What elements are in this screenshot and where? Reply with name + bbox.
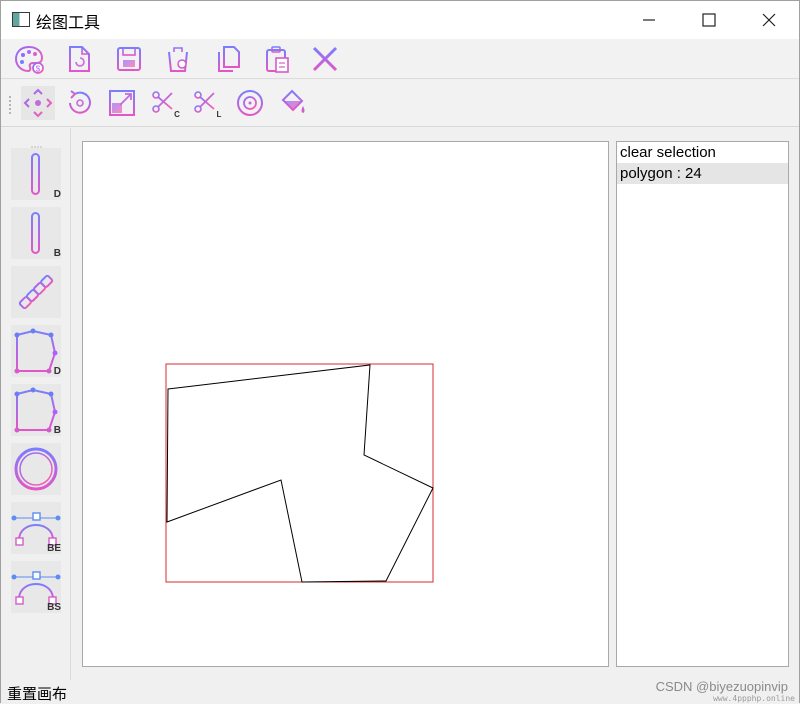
tool-sub-label: BE	[47, 543, 61, 554]
scale-button[interactable]	[105, 86, 139, 120]
save-button[interactable]	[112, 42, 146, 76]
window-title: 绘图工具	[36, 13, 101, 32]
curve-bezier-tool[interactable]: BE	[11, 502, 61, 554]
line-bresenham-tool[interactable]: B	[11, 207, 61, 259]
drawing-canvas[interactable]	[82, 141, 609, 667]
maximize-button[interactable]	[679, 1, 739, 39]
svg-text:L: L	[217, 110, 222, 119]
delete-icon	[167, 47, 189, 72]
file-toolbar: $	[1, 39, 799, 79]
polygon-dda-tool[interactable]: D	[11, 325, 61, 377]
delete-button[interactable]	[161, 42, 195, 76]
app-icon	[12, 12, 30, 27]
tool-sub-label: D	[53, 189, 61, 200]
polygon-bresenham-tool[interactable]: B	[11, 384, 61, 436]
copy-icon	[218, 46, 240, 72]
shape-list: clear selection polygon : 24	[616, 141, 789, 667]
pen-icon	[18, 274, 54, 310]
watermark-text: CSDN @biyezuopinvip	[655, 679, 788, 694]
rotate-icon	[69, 90, 91, 114]
tool-sub-label: B	[53, 425, 61, 436]
circle-tool[interactable]	[11, 443, 61, 495]
minimize-button[interactable]	[619, 1, 679, 39]
clip-liang-button[interactable]: L	[189, 86, 223, 120]
tool-sub-label: D	[53, 366, 61, 377]
scale-icon	[109, 90, 135, 116]
move-button[interactable]	[21, 86, 55, 120]
fill-bucket-icon	[281, 89, 305, 113]
transform-toolbar: C L	[1, 80, 799, 127]
list-item-polygon[interactable]: polygon : 24	[617, 163, 788, 184]
tool-sub-label: B	[53, 248, 61, 259]
svg-text:$: $	[36, 65, 41, 74]
save-icon	[117, 47, 141, 71]
tool-sub-label: BS	[47, 602, 61, 613]
copy-button[interactable]	[211, 42, 245, 76]
tool-palette: D B D B BE BS	[1, 128, 71, 680]
selection-bounding-box	[165, 363, 434, 583]
circle-icon	[14, 447, 58, 491]
canvas-svg	[165, 363, 434, 583]
ellipse-button[interactable]	[233, 86, 267, 120]
curve-bspline-tool[interactable]: BS	[11, 561, 61, 613]
palette-icon: $	[14, 45, 44, 74]
toolbar-grip[interactable]	[9, 96, 13, 116]
close-button[interactable]	[739, 1, 799, 39]
clear-icon	[312, 46, 338, 72]
paste-icon	[266, 46, 289, 73]
pen-tool[interactable]	[11, 266, 61, 318]
watermark-subtext: www.4ppphp.online	[713, 694, 795, 703]
clip-cohen-icon: C	[152, 91, 180, 119]
svg-text:C: C	[174, 110, 180, 119]
clear-button[interactable]	[308, 42, 342, 76]
paste-button[interactable]	[260, 42, 294, 76]
polygon-shape[interactable]	[166, 364, 434, 583]
minimize-icon	[643, 19, 655, 21]
move-icon	[23, 88, 53, 118]
maximize-icon	[702, 13, 716, 27]
rotate-button[interactable]	[63, 86, 97, 120]
palette-button[interactable]: $	[12, 42, 46, 76]
new-file-icon	[69, 46, 90, 72]
app-window: 绘图工具 $ C L D B D B BE BS clear selection…	[0, 0, 800, 703]
close-icon	[762, 13, 776, 27]
line-dda-tool[interactable]: D	[11, 148, 61, 200]
fill-bucket-button[interactable]	[275, 86, 309, 120]
list-item-clear-selection[interactable]: clear selection	[617, 142, 788, 163]
status-message: 重置画布	[7, 685, 68, 703]
new-file-button[interactable]	[62, 42, 96, 76]
clip-cohen-button[interactable]: C	[147, 86, 181, 120]
clip-liang-icon: L	[194, 91, 222, 119]
title-bar: 绘图工具	[1, 1, 799, 39]
ellipse-tool-icon	[237, 90, 263, 116]
